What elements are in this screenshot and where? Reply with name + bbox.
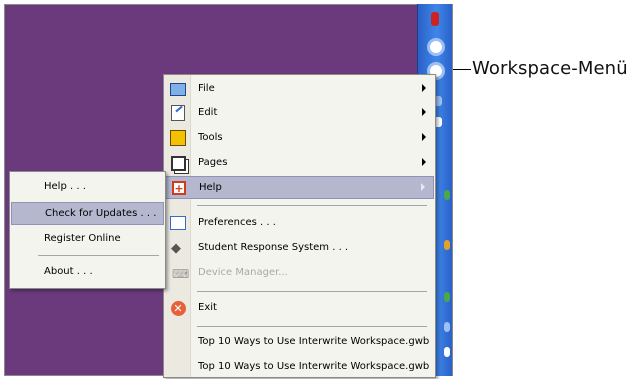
menu-item-label: Preferences . . . — [198, 217, 276, 228]
toolbar-tool-icon[interactable] — [444, 347, 450, 357]
submenu-item-check-for-updates[interactable]: Check for Updates . . . — [11, 202, 164, 225]
toolbar-tool-icon[interactable] — [444, 240, 450, 250]
submenu-item-register-online[interactable]: Register Online — [11, 228, 164, 251]
menu-item-help[interactable]: + Help — [165, 176, 434, 199]
toolbar-handle-icon[interactable] — [431, 12, 439, 26]
menu-item-label: Exit — [198, 302, 217, 313]
submenu-item-about[interactable]: About . . . — [11, 261, 164, 284]
menu-separator — [38, 255, 159, 256]
folder-icon — [170, 81, 186, 97]
menu-item-label: Student Response System . . . — [198, 242, 349, 253]
device-manager-icon: ⌨ — [172, 266, 190, 281]
menu-item-tools[interactable]: Tools — [165, 127, 434, 150]
submenu-arrow-icon — [422, 133, 426, 141]
menu-item-student-response-system[interactable]: ◆ Student Response System . . . — [165, 237, 434, 260]
submenu-arrow-icon — [422, 108, 426, 116]
toolbar-tool-icon[interactable] — [444, 190, 450, 200]
exit-icon: ✕ — [170, 300, 186, 316]
menu-item-label: About . . . — [44, 266, 93, 277]
menu-item-label: Help — [199, 182, 222, 193]
help-icon: + — [171, 180, 187, 196]
menu-item-label: File — [198, 83, 215, 94]
menu-item-exit[interactable]: ✕ Exit — [165, 297, 434, 320]
menu-item-label: Help . . . — [44, 181, 86, 192]
submenu-arrow-icon — [422, 84, 426, 92]
menu-item-pages[interactable]: Pages — [165, 152, 434, 175]
menu-item-device-manager: ⌨ Device Manager... — [165, 262, 434, 285]
submenu-arrow-icon — [421, 183, 425, 191]
menu-item-edit[interactable]: Edit — [165, 102, 434, 125]
menu-item-recent-file[interactable]: Top 10 Ways to Use Interwrite Workspace.… — [165, 331, 434, 354]
submenu-arrow-icon — [422, 158, 426, 166]
student-response-icon: ◆ — [171, 241, 181, 256]
menu-item-label: Pages — [198, 157, 228, 168]
menu-item-label: Device Manager... — [198, 267, 288, 278]
toolbar-tool-icon[interactable] — [444, 292, 450, 302]
menu-item-recent-file[interactable]: Top 10 Ways to Use Interwrite Workspace.… — [165, 356, 434, 379]
menu-separator — [197, 326, 427, 327]
menu-separator — [197, 205, 427, 206]
menu-item-label: Top 10 Ways to Use Interwrite Workspace.… — [198, 336, 430, 347]
callout-line — [453, 69, 471, 70]
toolbar-tool-icon[interactable] — [444, 322, 450, 332]
menu-item-label: Tools — [198, 132, 223, 143]
menu-item-label: Check for Updates . . . — [45, 208, 157, 219]
menu-item-preferences[interactable]: Preferences . . . — [165, 212, 434, 235]
submenu-item-help[interactable]: Help . . . — [11, 176, 164, 199]
menu-separator — [197, 291, 427, 292]
menu-item-label: Register Online — [44, 233, 121, 244]
workspace-menu: File Edit Tools Pages + Help Preferences… — [163, 74, 436, 378]
tools-icon — [170, 130, 186, 146]
toolbar-menu-button[interactable] — [427, 38, 445, 56]
preferences-icon — [170, 215, 186, 231]
pages-icon — [170, 155, 186, 171]
menu-item-label: Top 10 Ways to Use Interwrite Workspace.… — [198, 361, 430, 372]
menu-item-file[interactable]: File — [165, 78, 434, 101]
help-submenu: Help . . . Check for Updates . . . Regis… — [9, 171, 166, 289]
menu-item-label: Edit — [198, 107, 218, 118]
edit-icon — [170, 105, 186, 121]
callout-label: Workspace-Menü — [472, 58, 628, 79]
